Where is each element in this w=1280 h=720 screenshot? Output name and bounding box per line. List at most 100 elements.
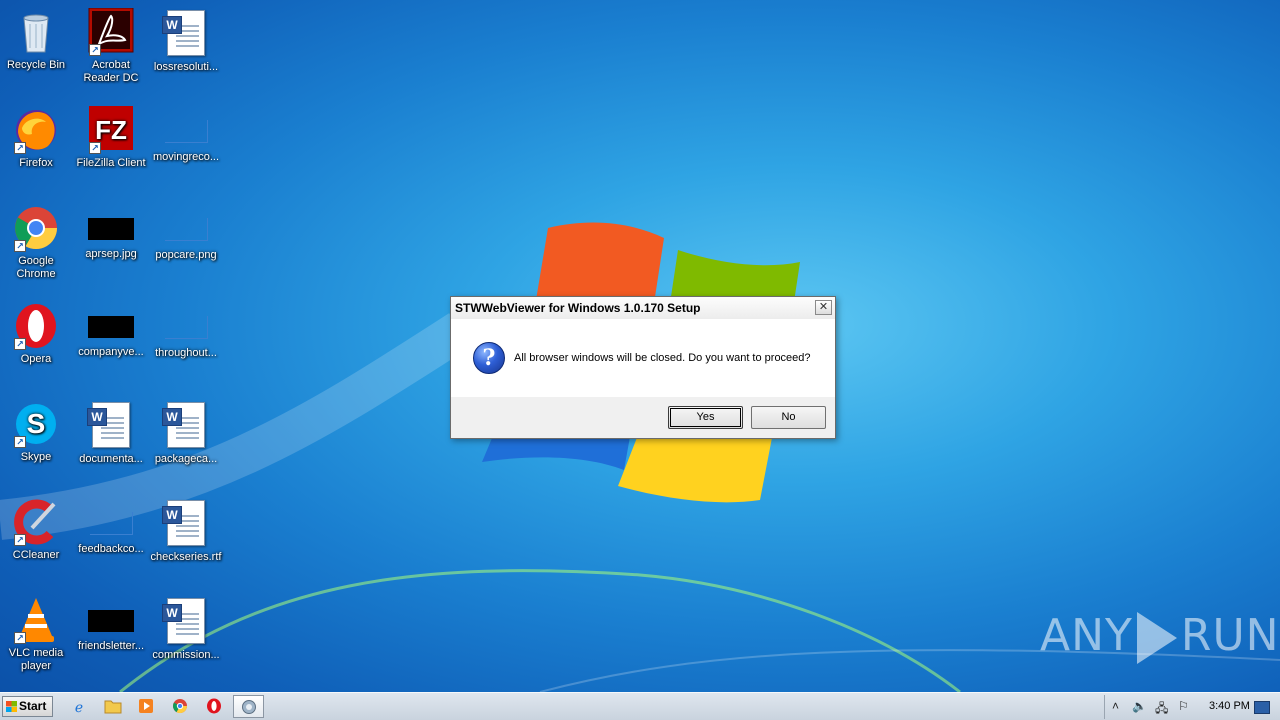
file-thumbnail	[164, 316, 208, 339]
desktop-icon-label: commission...	[152, 649, 220, 661]
taskbar-clock[interactable]: 3:40 PM	[1209, 700, 1250, 712]
ccleaner-icon: ↗	[12, 498, 60, 546]
desktop-icon-friendsletter[interactable]: friendsletter...	[75, 596, 147, 653]
svg-text:FZ: FZ	[95, 115, 127, 145]
network-icon[interactable]: 🖧	[1155, 699, 1168, 720]
shortcut-arrow-icon: ↗	[14, 632, 26, 644]
desktop-icon-acrobat[interactable]: ↗ Acrobat Reader DC	[75, 7, 147, 85]
desktop-icon-popcare[interactable]: popcare.png	[150, 204, 222, 262]
show-hidden-icons-icon[interactable]: ˄	[1112, 699, 1119, 713]
setup-dialog: STWWebViewer for Windows 1.0.170 Setup ✕…	[450, 296, 836, 439]
desktop-icon-label: lossresoluti...	[153, 61, 219, 73]
chrome-icon: ↗	[12, 204, 60, 252]
desktop-icon-feedbackco[interactable]: feedbackco...	[75, 498, 147, 556]
desktop-icon-label: friendsletter...	[77, 640, 145, 652]
desktop-icon-recycle-bin[interactable]: Recycle Bin	[0, 8, 72, 72]
desktop-icon-firefox[interactable]: ↗ Firefox	[0, 106, 72, 170]
desktop-icon-label: Google Chrome	[16, 255, 56, 280]
yes-button[interactable]: Yes	[668, 406, 743, 429]
desktop-icon-ccleaner[interactable]: ↗ CCleaner	[0, 498, 72, 562]
file-explorer-icon[interactable]	[104, 698, 122, 716]
desktop-icon-lossresolution[interactable]: W lossresoluti...	[150, 8, 222, 74]
word-document-icon: W	[162, 500, 210, 548]
acrobat-reader-icon: ↗	[87, 7, 135, 56]
desktop-icon-packageca[interactable]: W packageca...	[150, 400, 222, 466]
shortcut-arrow-icon: ↗	[14, 142, 26, 154]
internet-explorer-icon[interactable]: ℯ	[70, 698, 88, 716]
play-icon	[1136, 612, 1177, 664]
desktop-icon-filezilla[interactable]: FZ ↗ FileZilla Client	[75, 106, 147, 170]
word-document-icon: W	[162, 10, 210, 58]
shortcut-arrow-icon: ↗	[14, 240, 26, 252]
desktop-icon-skype[interactable]: S ↗ Skype	[0, 400, 72, 464]
svg-text:S: S	[27, 408, 46, 439]
desktop-icon-label: VLC media player	[8, 647, 64, 672]
image-thumbnail	[88, 316, 134, 338]
desktop-icon-aprsep[interactable]: aprsep.jpg	[75, 204, 147, 261]
desktop-icon-vlc[interactable]: ↗ VLC media player	[0, 596, 72, 673]
desktop-icon-label: FileZilla Client	[76, 157, 146, 169]
filezilla-icon: FZ ↗	[87, 106, 135, 154]
desktop-icon-label: Recycle Bin	[6, 59, 66, 71]
recycle-bin-icon	[12, 8, 60, 56]
desktop-icon-label: popcare.png	[155, 249, 217, 261]
desktop-icon-opera[interactable]: ↗ Opera	[0, 302, 72, 366]
shortcut-arrow-icon: ↗	[89, 142, 101, 154]
desktop-icon-chrome[interactable]: ↗ Google Chrome	[0, 204, 72, 281]
dialog-message: All browser windows will be closed. Do y…	[514, 352, 811, 364]
desktop-icon-label: CCleaner	[12, 549, 60, 561]
firefox-icon: ↗	[12, 106, 60, 154]
watermark-text-right: RUN	[1180, 610, 1280, 661]
close-button[interactable]: ✕	[815, 300, 832, 315]
word-document-icon: W	[162, 402, 210, 450]
dialog-footer: Yes No	[451, 397, 835, 438]
taskbar: Start ℯ ˄ 🔈 🖧 ⚐ 3:40 PM	[0, 692, 1280, 720]
setup-app-icon	[242, 700, 256, 714]
question-icon: ?	[473, 342, 505, 374]
shortcut-arrow-icon: ↗	[89, 44, 101, 56]
windows-logo-icon	[6, 701, 17, 712]
action-center-flag-icon[interactable]: ⚐	[1178, 699, 1189, 713]
desktop-icon-label: checkseries.rtf	[150, 551, 222, 563]
desktop-icon-label: packageca...	[154, 453, 218, 465]
no-button[interactable]: No	[751, 406, 826, 429]
file-thumbnail	[164, 218, 208, 241]
desktop-icon-checkseries[interactable]: W checkseries.rtf	[150, 498, 222, 564]
image-thumbnail	[88, 610, 134, 632]
volume-icon[interactable]: 🔈	[1132, 699, 1147, 713]
desktop-icon-commission[interactable]: W commission...	[150, 596, 222, 662]
desktop-icon-label: Acrobat Reader DC	[83, 59, 139, 84]
desktop-icon-label: Skype	[20, 451, 52, 463]
media-player-icon[interactable]	[137, 698, 155, 716]
word-document-icon: W	[162, 598, 210, 646]
skype-icon: S ↗	[12, 400, 60, 448]
desktop-icon-label: movingreco...	[152, 151, 220, 163]
desktop-icon-documenta[interactable]: W documenta...	[75, 400, 147, 466]
shortcut-arrow-icon: ↗	[14, 436, 26, 448]
desktop-icon-label: throughout...	[155, 347, 217, 359]
opera-taskbar-icon[interactable]	[205, 698, 223, 716]
taskbar-active-setup-app[interactable]	[233, 695, 264, 718]
dialog-body: ? All browser windows will be closed. Do…	[451, 319, 835, 397]
watermark-text-left: ANY	[1040, 610, 1133, 661]
system-tray: ˄ 🔈 🖧 ⚐	[1104, 695, 1205, 719]
opera-icon: ↗	[12, 302, 60, 350]
vlc-icon: ↗	[12, 596, 60, 644]
start-label: Start	[19, 699, 47, 713]
show-desktop-button[interactable]	[1254, 701, 1270, 714]
desktop-icon-throughout[interactable]: throughout...	[150, 302, 222, 360]
shortcut-arrow-icon: ↗	[14, 338, 26, 350]
dialog-titlebar[interactable]: STWWebViewer for Windows 1.0.170 Setup ✕	[451, 297, 835, 320]
start-button[interactable]: Start	[2, 696, 53, 717]
word-document-icon: W	[87, 402, 135, 450]
desktop-icon-label: documenta...	[79, 453, 143, 465]
chrome-taskbar-icon[interactable]	[171, 698, 189, 716]
desktop-icon-label: companyve...	[78, 346, 144, 358]
dialog-title: STWWebViewer for Windows 1.0.170 Setup	[455, 301, 701, 315]
image-thumbnail	[88, 218, 134, 240]
desktop-icon-movingreco[interactable]: movingreco...	[150, 106, 222, 164]
shortcut-arrow-icon: ↗	[14, 534, 26, 546]
desktop-icon-companyve[interactable]: companyve...	[75, 302, 147, 359]
desktop-icon-label: Firefox	[19, 157, 53, 169]
file-thumbnail	[89, 512, 133, 535]
